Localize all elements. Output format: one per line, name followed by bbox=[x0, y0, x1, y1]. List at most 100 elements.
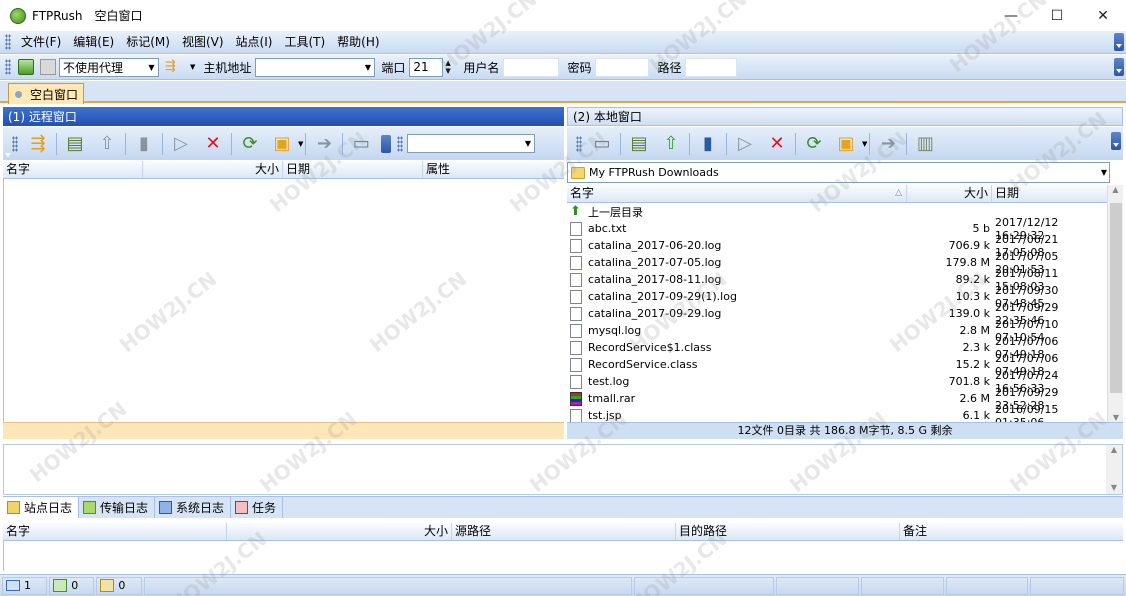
tab-system-log[interactable]: 系统日志 bbox=[155, 497, 232, 518]
plug-icon[interactable]: ⇶ bbox=[165, 59, 187, 75]
column-size[interactable]: 大小 bbox=[143, 161, 283, 178]
port-stepper[interactable]: ▲ ▼ bbox=[445, 58, 457, 77]
minimize-button[interactable]: — bbox=[988, 0, 1034, 31]
toolbar-options-icon[interactable] bbox=[1114, 58, 1124, 76]
new-folder-icon[interactable]: ▣ bbox=[833, 131, 859, 157]
archive-icon[interactable]: ▥ bbox=[912, 131, 938, 157]
toolbar-grip-icon[interactable] bbox=[12, 135, 18, 152]
file-size: 701.8 k bbox=[948, 375, 990, 388]
refresh-list-icon[interactable]: ▤ bbox=[62, 131, 88, 157]
toolbar-options-icon[interactable] bbox=[1114, 33, 1124, 51]
file-name: tst.jsp bbox=[588, 409, 622, 422]
chevron-down-icon[interactable]: ▼ bbox=[862, 140, 867, 148]
password-input[interactable] bbox=[595, 57, 650, 77]
new-folder-icon[interactable]: ▣ bbox=[269, 131, 295, 157]
host-input[interactable]: ▼ bbox=[255, 57, 376, 77]
transfer-icon[interactable]: ▷ bbox=[168, 131, 194, 157]
maximize-button[interactable]: ☐ bbox=[1034, 0, 1080, 31]
scroll-up-icon[interactable]: ▲ bbox=[1106, 445, 1122, 454]
quick-connect-icon[interactable] bbox=[40, 59, 56, 75]
toolbar-separator bbox=[231, 132, 232, 155]
status-segment bbox=[1030, 576, 1125, 595]
log-output[interactable]: ▲ ▼ bbox=[3, 444, 1123, 495]
username-input[interactable] bbox=[503, 57, 560, 77]
toolbar-separator bbox=[125, 132, 126, 155]
column-name-label: 名字 bbox=[570, 186, 595, 200]
toolbar-options-icon[interactable] bbox=[381, 134, 392, 153]
parent-folder-icon[interactable]: ⇧ bbox=[94, 131, 120, 157]
menu-tools[interactable]: 工具(T) bbox=[278, 31, 331, 54]
refresh-icon[interactable]: ⟳ bbox=[237, 131, 263, 157]
connections-count: 1 bbox=[2, 576, 48, 595]
menu-site[interactable]: 站点(I) bbox=[230, 31, 279, 54]
status-segment bbox=[861, 576, 944, 595]
parent-folder-icon[interactable]: ⇧ bbox=[658, 131, 684, 157]
bookmark-icon[interactable]: ▮ bbox=[695, 131, 721, 157]
delete-icon[interactable]: ✕ bbox=[764, 131, 790, 157]
remote-path-select[interactable]: ▼ bbox=[407, 134, 536, 153]
local-scrollbar[interactable]: ▲ ▼ bbox=[1107, 185, 1123, 422]
scroll-down-icon[interactable]: ▼ bbox=[1108, 413, 1124, 422]
bookmark-icon[interactable]: ▮ bbox=[131, 131, 157, 157]
task-list[interactable] bbox=[3, 541, 1123, 571]
status-segment bbox=[143, 576, 632, 595]
menu-file[interactable]: 文件(F) bbox=[15, 31, 67, 54]
menu-view[interactable]: 视图(V) bbox=[176, 31, 230, 54]
toolbar-grip-icon[interactable] bbox=[397, 135, 404, 152]
column-size[interactable]: 大小 bbox=[907, 185, 992, 202]
file-icon bbox=[570, 408, 582, 422]
tab-tasks[interactable]: 任务 bbox=[231, 497, 284, 518]
tab-site-log[interactable]: 站点日志 bbox=[3, 497, 80, 518]
column-name[interactable]: 名字 bbox=[3, 161, 143, 178]
local-file-list[interactable]: ⬆ 上一层目录 abc.txt 5 b 2017/12/12 16:29:32 catal… bbox=[567, 203, 1107, 422]
scroll-thumb[interactable] bbox=[1110, 203, 1122, 393]
close-button[interactable]: ✕ bbox=[1080, 0, 1126, 31]
toolbar-options-icon[interactable] bbox=[1111, 132, 1121, 150]
tab-status-icon bbox=[15, 90, 22, 98]
chevron-down-icon[interactable]: ▼ bbox=[298, 140, 303, 148]
port-input[interactable]: 21 bbox=[409, 57, 444, 77]
toolbar-grip-icon[interactable] bbox=[5, 59, 11, 75]
menu-help[interactable]: 帮助(H) bbox=[331, 31, 385, 54]
file-icon bbox=[570, 221, 582, 236]
path-label: 路径 bbox=[657, 60, 682, 75]
scroll-down-icon[interactable]: ▼ bbox=[1106, 483, 1122, 492]
column-destination-path[interactable]: 目的路径 bbox=[676, 523, 900, 540]
refresh-icon[interactable]: ⟳ bbox=[801, 131, 827, 157]
port-label: 端口 bbox=[381, 60, 406, 75]
delete-icon[interactable]: ✕ bbox=[200, 131, 226, 157]
path-input[interactable] bbox=[685, 57, 738, 77]
window-title: 空白窗口 bbox=[94, 9, 143, 23]
column-date[interactable]: 日期 bbox=[992, 185, 1107, 202]
column-notes[interactable]: 备注 bbox=[900, 523, 1123, 540]
move-icon[interactable]: ➔ bbox=[875, 131, 901, 157]
connect-icon[interactable]: ⇶ bbox=[25, 131, 51, 157]
local-path-select[interactable]: My FTPRush Downloads ▼ bbox=[567, 162, 1110, 183]
column-date[interactable]: 日期 bbox=[283, 161, 423, 178]
move-icon[interactable]: ➔ bbox=[311, 131, 337, 157]
log-scrollbar[interactable]: ▲ ▼ bbox=[1106, 445, 1122, 494]
toolbar-grip-icon[interactable] bbox=[5, 34, 11, 50]
system-log-icon bbox=[159, 501, 173, 514]
proxy-select[interactable]: 不使用代理 ▼ bbox=[59, 57, 159, 77]
menu-mark[interactable]: 标记(M) bbox=[120, 31, 176, 54]
column-name[interactable]: 名字 bbox=[3, 523, 227, 540]
column-source-path[interactable]: 源路径 bbox=[452, 523, 676, 540]
tab-blank-window[interactable]: 空白窗口 bbox=[8, 83, 84, 104]
tab-transfer-log[interactable]: 传输日志 bbox=[79, 497, 156, 518]
scroll-up-icon[interactable]: ▲ bbox=[1108, 185, 1123, 194]
file-row[interactable]: tst.jsp 6.1 k 2016/09/15 01:35:06 bbox=[567, 403, 1107, 422]
menu-edit[interactable]: 编辑(E) bbox=[67, 31, 120, 54]
site-manager-icon[interactable] bbox=[18, 59, 34, 75]
refresh-list-icon[interactable]: ▤ bbox=[626, 131, 652, 157]
terminal-icon[interactable]: ▭ bbox=[348, 131, 374, 157]
file-size: 2.3 k bbox=[962, 341, 990, 354]
column-size[interactable]: 大小 bbox=[227, 523, 452, 540]
remote-file-list[interactable] bbox=[3, 179, 564, 422]
transfer-icon[interactable]: ▷ bbox=[732, 131, 758, 157]
drive-icon[interactable]: ▭ bbox=[589, 131, 615, 157]
column-attributes[interactable]: 属性 bbox=[423, 161, 564, 178]
chevron-down-icon[interactable]: ▼ bbox=[190, 63, 195, 71]
column-name[interactable]: 名字 △ bbox=[567, 185, 907, 202]
toolbar-grip-icon[interactable] bbox=[576, 135, 582, 152]
